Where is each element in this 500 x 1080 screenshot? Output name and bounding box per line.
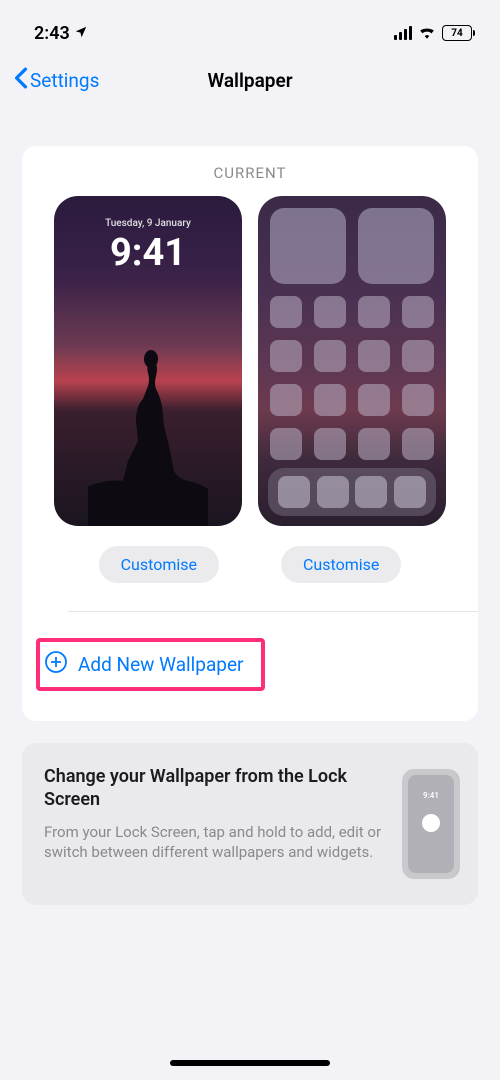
dock-icon-placeholder [355,476,387,508]
mini-phone-screen: 9:41 [408,775,454,873]
app-icon-placeholder [314,384,346,416]
status-time: 2:43 [34,23,70,44]
status-right: 74 [394,24,472,43]
current-wallpaper-card: CURRENT Tuesday, 9 January 9:41 [22,146,478,721]
app-icon-placeholder [314,340,346,372]
widget-placeholder [270,208,346,284]
back-button[interactable]: Settings [14,67,99,94]
app-icon-placeholder [402,340,434,372]
location-icon [74,23,88,44]
widget-placeholder [358,208,434,284]
dock-icon-placeholder [317,476,349,508]
mini-phone-illustration: 9:41 [402,769,460,879]
app-icon-placeholder [270,340,302,372]
app-icon-placeholder [270,296,302,328]
home-screen-preview[interactable] [258,196,446,526]
plus-circle-icon [44,650,68,679]
wallpaper-figure [54,331,242,526]
lock-screen-preview[interactable]: Tuesday, 9 January 9:41 [54,196,242,526]
status-bar: 2:43 74 [0,0,500,54]
mini-phone-time: 9:41 [423,791,439,800]
dock [268,468,436,516]
cellular-signal-icon [394,26,412,40]
nav-bar: Settings Wallpaper [0,54,500,106]
app-icon-placeholder [402,428,434,460]
app-icon-placeholder [314,296,346,328]
mini-phone-indicator [422,814,440,832]
highlight-annotation: Add New Wallpaper [36,638,265,691]
app-icon-placeholder [358,428,390,460]
add-new-wallpaper-row[interactable]: Add New Wallpaper [38,612,462,721]
customise-lock-button[interactable]: Customise [99,546,219,583]
chevron-left-icon [14,67,28,94]
app-icon-placeholder [402,296,434,328]
app-icon-placeholder [314,428,346,460]
customise-row: Customise Customise [38,546,462,583]
info-body: From your Lock Screen, tap and hold to a… [44,822,386,863]
wallpaper-previews: Tuesday, 9 January 9:41 [38,196,462,526]
app-icon-placeholder [358,340,390,372]
customise-home-button[interactable]: Customise [281,546,401,583]
widget-row [270,208,434,284]
dock-icon-placeholder [278,476,310,508]
home-indicator[interactable] [170,1060,330,1066]
status-time-group: 2:43 [34,23,88,44]
add-new-wallpaper-label: Add New Wallpaper [78,653,243,676]
lock-screen-date: Tuesday, 9 January [54,218,242,229]
battery-level: 74 [451,28,462,39]
info-title: Change your Wallpaper from the Lock Scre… [44,765,386,812]
lock-screen-info-card: Change your Wallpaper from the Lock Scre… [22,743,478,905]
app-icon-placeholder [270,384,302,416]
app-icon-placeholder [402,384,434,416]
current-heading: CURRENT [38,164,462,182]
app-icon-placeholder [358,296,390,328]
app-icon-placeholder [358,384,390,416]
app-icon-placeholder [270,428,302,460]
dock-icon-placeholder [394,476,426,508]
battery-icon: 74 [442,25,472,41]
app-icon-grid [270,296,434,460]
info-text: Change your Wallpaper from the Lock Scre… [44,765,386,879]
back-label: Settings [30,69,99,92]
wifi-icon [418,24,436,43]
lock-screen-time: 9:41 [54,231,242,275]
